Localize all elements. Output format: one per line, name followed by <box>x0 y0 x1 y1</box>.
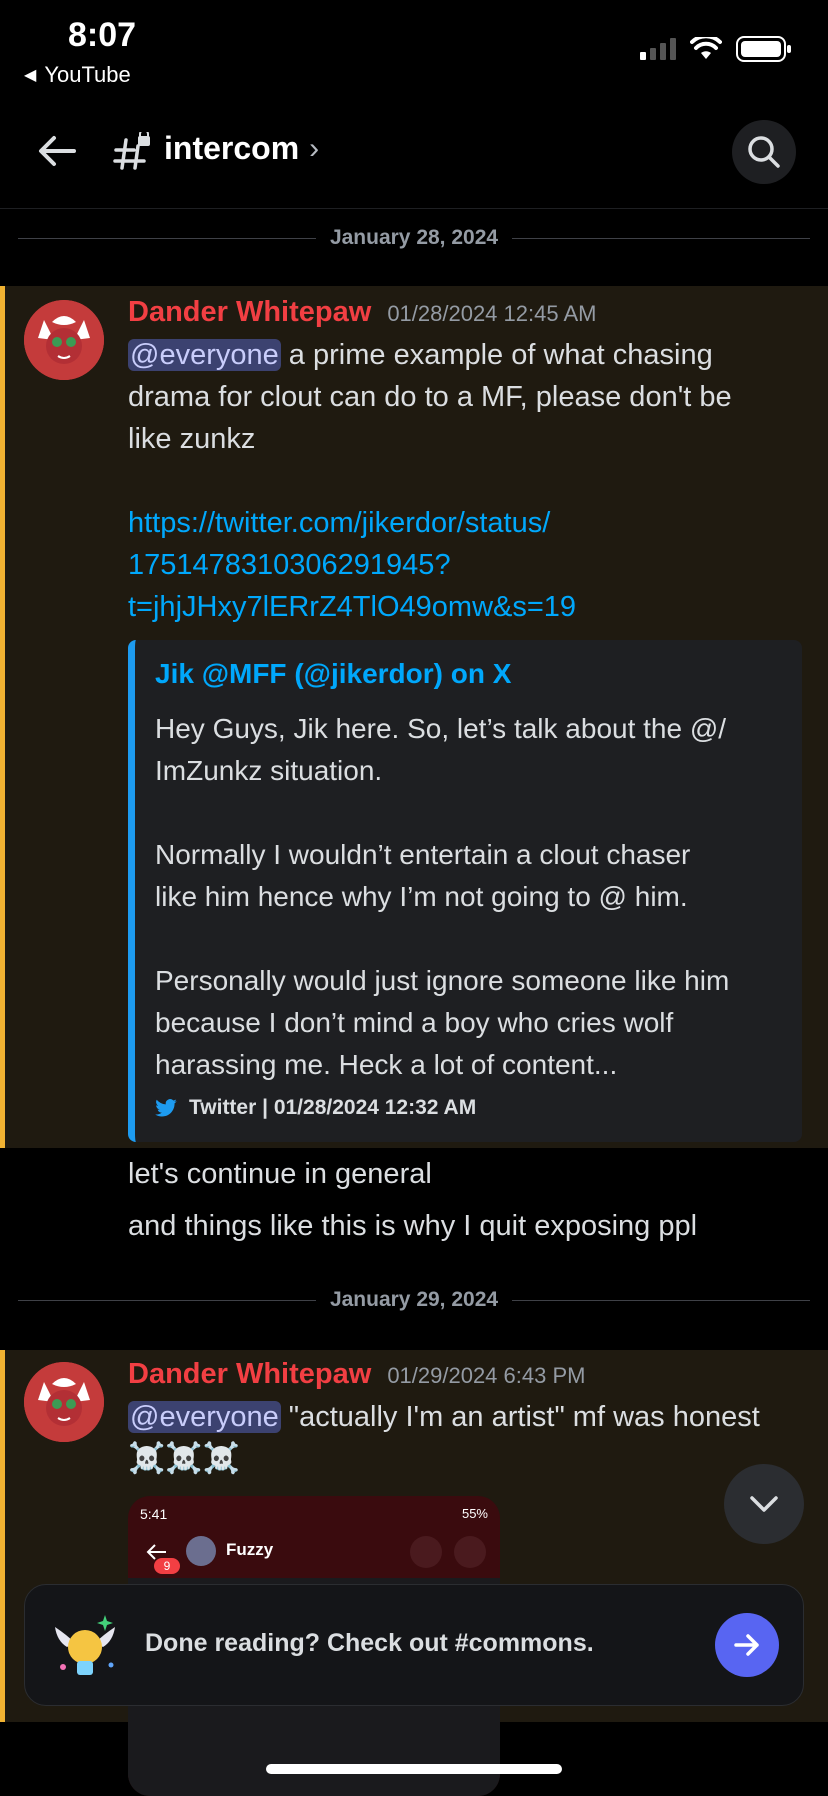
signal-icon <box>640 38 676 60</box>
date-separator-label: January 29, 2024 <box>329 1288 499 1311</box>
jump-to-bottom-button[interactable] <box>724 1464 804 1544</box>
call-icon <box>410 1536 442 1568</box>
video-icon <box>454 1536 486 1568</box>
avatar-image <box>24 1362 104 1442</box>
message-body: @everyone a prime example of what chasin… <box>128 334 788 460</box>
everyone-mention[interactable]: @everyone <box>128 339 281 371</box>
embed-line: Personally would just ignore someone lik… <box>155 965 730 996</box>
message-timestamp: 01/28/2024 12:45 AM <box>387 301 597 326</box>
attachment-status-time: 5:41 <box>140 1506 168 1522</box>
link-line[interactable]: https://twitter.com/jikerdor/status/ <box>128 502 576 544</box>
embed-line: because I don’t mind a boy who cries wol… <box>155 1007 674 1038</box>
date-separator: January 29, 2024 <box>18 1288 810 1311</box>
channel-title[interactable]: intercom › <box>164 130 319 167</box>
avatar <box>186 1536 216 1566</box>
back-triangle-icon: ◀ <box>24 67 37 84</box>
message-body: @everyone "actually I'm an artist" mf wa… <box>128 1396 808 1480</box>
go-to-channel-button[interactable] <box>715 1613 779 1677</box>
locked-channel-hash-icon <box>113 132 150 170</box>
avatar[interactable] <box>24 300 104 380</box>
back-to-app-link[interactable]: ◀ YouTube <box>24 62 131 88</box>
lightbulb-icon <box>55 1615 115 1675</box>
embed-footer: Twitter | 01/28/2024 12:32 AM <box>155 1096 476 1120</box>
search-button[interactable] <box>732 120 796 184</box>
message-header: Dander Whitepaw 01/29/2024 6:43 PM <box>128 1358 585 1391</box>
link-line[interactable]: t=jhjJHxy7lERrZ4TlO49omw&s=19 <box>128 586 576 628</box>
status-icons <box>640 36 792 62</box>
channel-name: intercom <box>164 130 300 166</box>
wifi-icon <box>690 37 722 59</box>
home-indicator[interactable] <box>266 1764 562 1774</box>
battery-icon <box>736 36 791 62</box>
message-timestamp: 01/29/2024 6:43 PM <box>387 1363 586 1388</box>
skull-emojis: ☠️☠️☠️ <box>128 1442 241 1475</box>
embed-description: Hey Guys, Jik here. So, let’s talk about… <box>155 708 785 1086</box>
back-app-label: YouTube <box>44 62 131 87</box>
next-channel-banner[interactable]: Done reading? Check out #commons. <box>24 1584 804 1706</box>
avatar-image <box>24 300 104 380</box>
followup-message: let's continue in general <box>128 1158 432 1190</box>
author-name[interactable]: Dander Whitepaw <box>128 296 371 329</box>
attachment-contact-name: Fuzzy <box>226 1540 274 1559</box>
chevron-down-icon <box>750 1496 778 1512</box>
search-icon <box>748 136 780 168</box>
embed-title[interactable]: Jik @MFF (@jikerdor) on X <box>155 658 511 690</box>
message-header: Dander Whitepaw 01/28/2024 12:45 AM <box>128 296 596 329</box>
chevron-right-icon: › <box>309 131 320 165</box>
embed-line <box>155 918 785 960</box>
banner-text: Done reading? Check out #commons. <box>145 1629 594 1657</box>
unread-badge: 9 <box>154 1558 180 1574</box>
embed-footer-text: Twitter | 01/28/2024 12:32 AM <box>189 1096 477 1119</box>
twitter-bird-icon <box>155 1099 177 1117</box>
avatar[interactable] <box>24 1362 104 1442</box>
embed-line: harassing me. Heck a lot of content... <box>155 1049 618 1080</box>
embed-line: Normally I wouldn’t entertain a clout ch… <box>155 839 691 870</box>
link-line[interactable]: 1751478310306291945? <box>128 544 576 586</box>
embed-line: like him hence why I’m not going to @ hi… <box>155 881 688 912</box>
tweet-link[interactable]: https://twitter.com/jikerdor/status/ 175… <box>128 502 576 628</box>
message-text-line: like zunkz <box>128 423 256 455</box>
date-separator: January 28, 2024 <box>18 226 810 249</box>
date-separator-label: January 28, 2024 <box>329 226 499 249</box>
message-text-line: drama for clout can do to a MF, please d… <box>128 381 732 413</box>
twitter-embed[interactable]: Jik @MFF (@jikerdor) on X Hey Guys, Jik … <box>128 640 802 1142</box>
embed-line: ImZunkz situation. <box>155 755 383 786</box>
embed-line: Hey Guys, Jik here. So, let’s talk about… <box>155 713 727 744</box>
status-time: 8:07 <box>68 16 137 54</box>
everyone-mention[interactable]: @everyone <box>128 1401 281 1433</box>
attachment-battery: 55% <box>461 1506 488 1521</box>
author-name[interactable]: Dander Whitepaw <box>128 1358 371 1391</box>
header-divider <box>0 208 828 209</box>
embed-line <box>155 792 785 834</box>
arrow-right-icon <box>734 1634 759 1656</box>
message-text-line: "actually I'm an artist" mf was honest <box>280 1401 760 1433</box>
message-text-line: a prime example of what chasing <box>280 339 713 371</box>
followup-message: and things like this is why I quit expos… <box>128 1210 698 1242</box>
back-arrow-icon[interactable] <box>34 128 80 174</box>
